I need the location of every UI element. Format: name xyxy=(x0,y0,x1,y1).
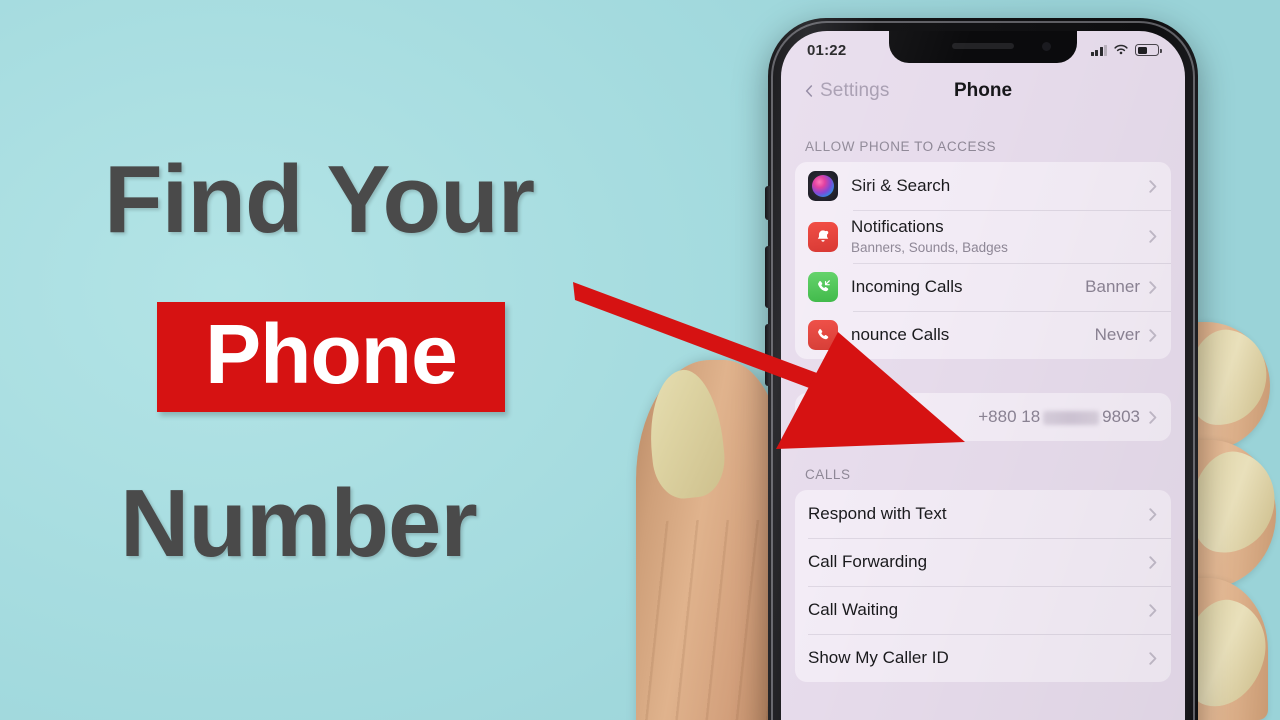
status-bar: 01:22 xyxy=(781,31,1185,65)
row-label: Respond with Text xyxy=(808,503,947,523)
redacted-digits xyxy=(1043,410,1100,425)
row-label: Call Forwarding xyxy=(808,551,928,571)
phone-screen: 01:22 Settings Phone ALLOW PHONE TO ACCE… xyxy=(781,31,1185,720)
chevron-right-icon xyxy=(1149,179,1157,193)
row-text: Call Waiting xyxy=(808,593,1149,628)
row-text: Call Forwarding xyxy=(808,545,1149,580)
section-header: ALLOW PHONE TO ACCESS xyxy=(805,139,997,154)
incoming-call-icon xyxy=(808,272,838,303)
navigation-bar: Settings Phone xyxy=(781,69,1185,113)
chevron-right-icon xyxy=(1149,652,1157,665)
settings-group: My Number +880 18 9803 xyxy=(795,393,1171,442)
row-value: Banner xyxy=(1085,277,1140,297)
row-text: Notifications Banners, Sounds, Badges xyxy=(851,210,1149,263)
notifications-icon xyxy=(808,221,838,252)
row-value: Never xyxy=(1094,325,1140,345)
row-label: nounce Calls xyxy=(851,324,950,344)
thumb-texture xyxy=(636,520,786,720)
row-text: Respond with Text xyxy=(808,497,1149,532)
settings-row[interactable]: Show My Caller ID xyxy=(795,634,1171,682)
settings-row[interactable]: nounce Calls Never xyxy=(795,311,1171,359)
chevron-right-icon xyxy=(1149,508,1157,521)
title-line-number: Number xyxy=(120,470,478,577)
settings-row[interactable]: Call Waiting xyxy=(795,586,1171,634)
row-label: Siri & Search xyxy=(851,175,951,195)
chevron-right-icon xyxy=(1149,281,1157,294)
phone-number-prefix: +880 18 xyxy=(978,407,1041,427)
status-icons-group xyxy=(1090,44,1162,56)
row-text: nounce Calls xyxy=(851,318,1095,353)
volume-down-button[interactable] xyxy=(765,324,770,386)
announce-call-icon xyxy=(808,320,838,351)
row-label: Incoming Calls xyxy=(851,276,963,296)
volume-up-button[interactable] xyxy=(765,246,770,308)
chevron-right-icon xyxy=(1149,556,1157,569)
back-label: Settings xyxy=(820,80,890,101)
chevron-right-icon xyxy=(1149,604,1157,617)
title-highlight-label: Phone xyxy=(205,307,458,401)
chevron-right-icon xyxy=(1149,329,1157,342)
row-text: My Number xyxy=(808,400,978,435)
title-line-find-your: Find Your xyxy=(104,146,535,253)
settings-list[interactable]: ALLOW PHONE TO ACCESS Siri & Search Notifi… xyxy=(781,113,1185,683)
mute-switch-button[interactable] xyxy=(765,186,770,220)
siri-icon xyxy=(808,171,838,201)
row-label: Notifications xyxy=(851,217,944,236)
status-time: 01:22 xyxy=(807,41,847,59)
thumbnail-canvas: Find Your Phone Number 01:22 Settings Ph… xyxy=(0,0,1280,720)
settings-row[interactable]: My Number +880 18 9803 xyxy=(795,393,1171,441)
row-text: Incoming Calls xyxy=(851,270,1085,305)
settings-row[interactable]: Call Forwarding xyxy=(795,538,1171,586)
row-label: My Number xyxy=(808,406,896,426)
section-header: CALLS xyxy=(805,467,851,483)
title-highlight-box: Phone xyxy=(157,302,505,412)
wifi-icon xyxy=(1114,44,1128,55)
row-text: Siri & Search xyxy=(851,169,1149,204)
settings-group: Respond with Text Call Forwarding Call Wai… xyxy=(795,490,1171,683)
settings-row[interactable]: Incoming Calls Banner xyxy=(795,263,1171,311)
settings-row[interactable]: Respond with Text xyxy=(795,490,1171,538)
row-label: Show My Caller ID xyxy=(808,647,949,667)
row-value: +880 18 9803 xyxy=(978,407,1140,427)
chevron-right-icon xyxy=(1149,230,1157,243)
chevron-left-icon xyxy=(805,85,813,97)
phone-number-suffix: 9803 xyxy=(1102,407,1140,427)
chevron-right-icon xyxy=(1149,411,1157,424)
row-label: Call Waiting xyxy=(808,599,899,619)
battery-icon xyxy=(1135,44,1162,56)
cellular-bars-icon xyxy=(1090,44,1107,56)
settings-row[interactable]: Notifications Banners, Sounds, Badges xyxy=(795,210,1171,263)
row-subtitle: Banners, Sounds, Badges xyxy=(851,239,1008,255)
back-to-settings-button[interactable]: Settings xyxy=(803,80,889,102)
settings-row[interactable]: Siri & Search xyxy=(795,162,1171,210)
row-text: Show My Caller ID xyxy=(808,641,1149,676)
iphone-device: 01:22 Settings Phone ALLOW PHONE TO ACCE… xyxy=(765,18,1198,720)
settings-group: Siri & Search Notifications Banners, Sound… xyxy=(795,162,1171,360)
